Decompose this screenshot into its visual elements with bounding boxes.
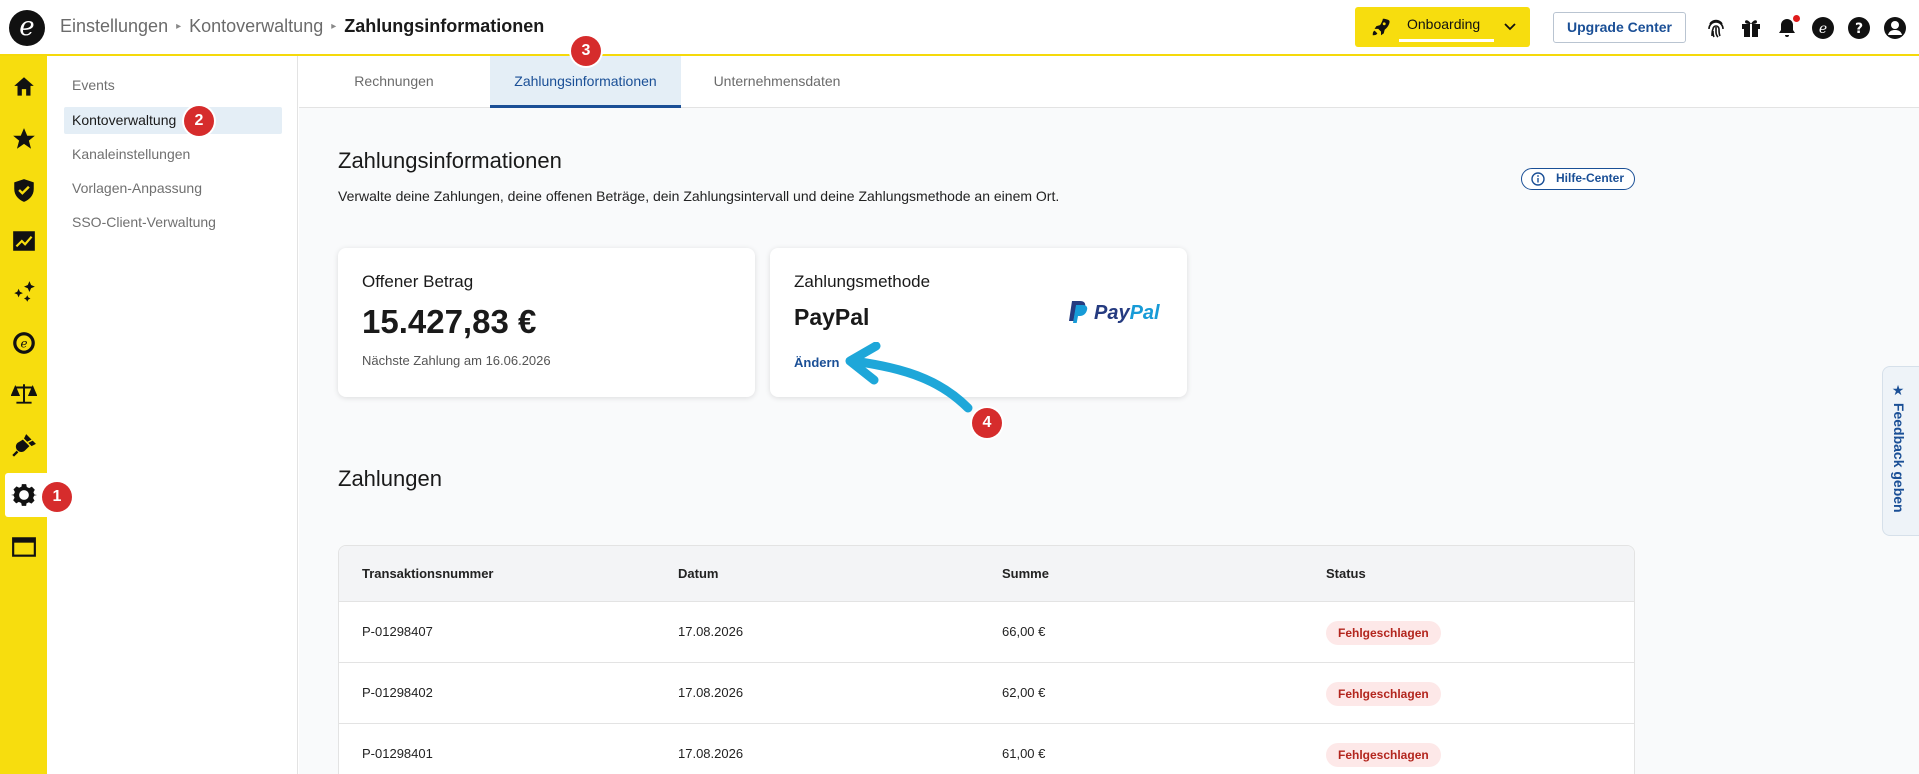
status-badge: Fehlgeschlagen [1326, 621, 1441, 645]
paypal-icon [1069, 301, 1088, 323]
analytics-icon[interactable] [11, 228, 37, 254]
annotation-marker-2: 2 [184, 106, 214, 136]
transaction-id: P-01298401 [362, 746, 433, 761]
svg-text:e: e [20, 336, 27, 350]
open-amount-card: Offener Betrag 15.427,83 € Nächste Zahlu… [338, 248, 755, 397]
breadcrumb-separator-icon: ▸ [176, 21, 182, 32]
feedback-tab[interactable]: ★ Feedback geben [1882, 366, 1919, 536]
annotation-arrow-icon [845, 342, 973, 413]
paypal-logo: PayPal [1067, 300, 1167, 328]
app-logo[interactable]: e [9, 10, 45, 46]
breadcrumb: Einstellungen ▸ Kontoverwaltung ▸ Zahlungsin… [60, 16, 544, 37]
table-row[interactable]: P-01298407 17.08.2026 66,00 € Fehlgeschl… [339, 602, 1634, 663]
settings-submenu: Events Kontoverwaltung Kanaleinstellunge… [47, 56, 298, 774]
rocket-icon [1372, 18, 1390, 36]
transaction-id: P-01298407 [362, 624, 433, 639]
submenu-item-sso-client-verwaltung[interactable]: SSO-Client-Verwaltung [64, 209, 282, 236]
submenu-item-kanaleinstellungen[interactable]: Kanaleinstellungen [64, 141, 282, 168]
onboarding-label: Onboarding [1407, 16, 1481, 32]
transaction-date: 17.08.2026 [678, 624, 744, 639]
breadcrumb-item-current: Zahlungsinformationen [344, 16, 545, 36]
payments-table: Transaktionsnummer Datum Summe Status P-… [338, 545, 1635, 774]
tab-unternehmensdaten[interactable]: Unternehmensdaten [682, 56, 872, 108]
breadcrumb-item-kontoverwaltung[interactable]: Kontoverwaltung [189, 16, 323, 36]
svg-text:e: e [1819, 21, 1827, 37]
column-header-status[interactable]: Status [1326, 566, 1366, 581]
help-center-label: Hilfe-Center [1556, 171, 1625, 185]
info-icon [1531, 172, 1545, 186]
breadcrumb-item-einstellungen[interactable]: Einstellungen [60, 16, 168, 36]
breadcrumb-separator-icon: ▸ [331, 21, 337, 32]
annotation-marker-1: 1 [42, 482, 72, 512]
open-amount-title: Offener Betrag [362, 272, 474, 291]
help-center-button[interactable]: Hilfe-Center [1521, 168, 1635, 190]
column-header-summe[interactable]: Summe [1002, 566, 1049, 581]
feedback-label: ★ Feedback geben [1891, 383, 1907, 513]
transaction-sum: 66,00 € [1002, 624, 1046, 639]
tab-bar: Rechnungen Zahlungsinformationen Unterne… [299, 56, 1919, 108]
next-payment-text: Nächste Zahlung am 16.06.2026 [362, 353, 551, 368]
transaction-sum: 62,00 € [1002, 685, 1046, 700]
page-description: Verwalte deine Zahlungen, deine offenen … [338, 188, 1060, 204]
column-header-datum[interactable]: Datum [678, 566, 718, 581]
column-header-transaktionsnummer[interactable]: Transaktionsnummer [362, 566, 494, 581]
scales-icon[interactable] [11, 381, 37, 407]
coin-e-icon[interactable]: e [11, 330, 37, 356]
home-icon[interactable] [11, 74, 37, 100]
transaction-date: 17.08.2026 [678, 746, 744, 761]
submenu-item-events[interactable]: Events [64, 72, 282, 99]
status-badge: Fehlgeschlagen [1326, 743, 1441, 767]
submenu-item-vorlagen-anpassung[interactable]: Vorlagen-Anpassung [64, 175, 282, 202]
payment-method-value: PayPal [794, 304, 870, 330]
open-amount-value: 15.427,83 € [362, 303, 537, 340]
window-icon[interactable] [11, 534, 37, 560]
chevron-down-icon [1504, 23, 1516, 31]
table-row[interactable]: P-01298402 17.08.2026 62,00 € Fehlgeschl… [339, 663, 1634, 724]
upgrade-center-button[interactable]: Upgrade Center [1553, 12, 1686, 43]
table-row[interactable]: P-01298401 17.08.2026 61,00 € Fehlgeschl… [339, 724, 1634, 774]
change-payment-method-link[interactable]: Ändern [794, 355, 840, 370]
payments-section-title: Zahlungen [338, 466, 442, 491]
shield-check-icon[interactable] [11, 177, 37, 203]
page-title: Zahlungsinformationen [338, 148, 562, 173]
brand-e-icon[interactable]: e [1811, 16, 1835, 40]
svg-text:?: ? [1855, 21, 1863, 37]
paypal-wordmark: PayPal [1094, 302, 1160, 324]
table-header: Transaktionsnummer Datum Summe Status [339, 546, 1634, 602]
transaction-sum: 61,00 € [1002, 746, 1046, 761]
main-content: Rechnungen Zahlungsinformationen Unterne… [299, 56, 1919, 774]
top-bar: e Einstellungen ▸ Kontoverwaltung ▸ Zahlungs… [0, 0, 1919, 56]
settings-gear-icon[interactable] [11, 482, 37, 508]
star-icon[interactable] [11, 126, 37, 152]
transaction-id: P-01298402 [362, 685, 433, 700]
transaction-date: 17.08.2026 [678, 685, 744, 700]
notification-badge [1793, 15, 1800, 22]
stars-icon[interactable] [11, 279, 37, 305]
onboarding-dropdown[interactable]: Onboarding [1355, 7, 1530, 47]
gift-icon[interactable] [1739, 16, 1763, 40]
annotation-marker-3: 3 [571, 36, 601, 66]
status-badge: Fehlgeschlagen [1326, 682, 1441, 706]
help-icon[interactable]: ? [1847, 16, 1871, 40]
tab-rechnungen[interactable]: Rechnungen [299, 56, 489, 108]
onboarding-progress-bar [1399, 39, 1494, 42]
payment-method-title: Zahlungsmethode [794, 272, 931, 291]
user-avatar-icon[interactable] [1883, 16, 1907, 40]
submenu-item-kontoverwaltung[interactable]: Kontoverwaltung [64, 107, 282, 134]
main-navigation-rail: e [0, 56, 47, 774]
plug-icon[interactable] [11, 432, 37, 458]
fingerprint-icon[interactable] [1704, 16, 1728, 40]
